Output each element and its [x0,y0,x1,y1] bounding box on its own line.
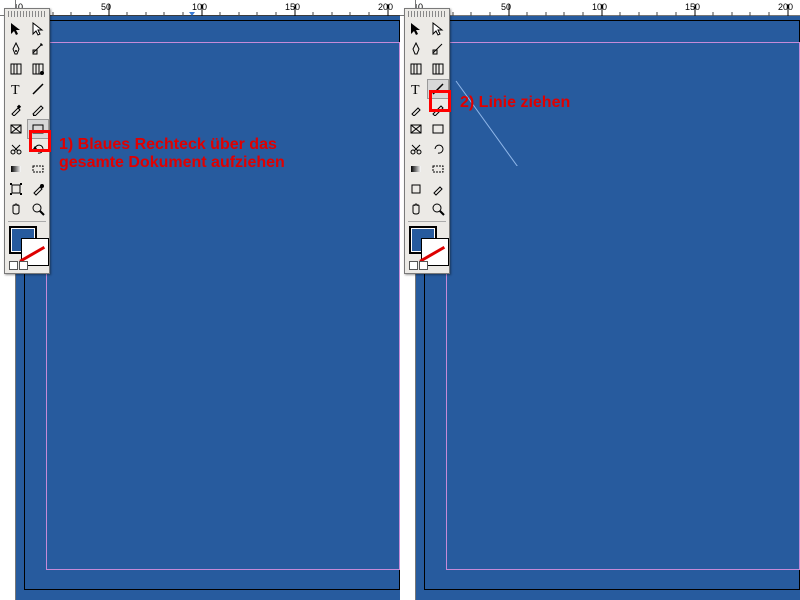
zoom-tool[interactable] [427,199,449,219]
direct-selection-tool[interactable] [427,19,449,39]
color-picker-tool[interactable] [27,179,49,199]
pencil-tool[interactable] [27,99,49,119]
ruler-horizontal[interactable]: 0 50 100 150 200 [16,0,400,16]
highlight-rectangle-tool [29,130,51,152]
color-swatches[interactable] [409,226,445,270]
scissors-tool[interactable] [5,139,27,159]
toolbox-grip[interactable] [8,11,46,17]
free-transform-tool[interactable] [5,179,27,199]
hand-tool[interactable] [5,199,27,219]
line-tool[interactable] [27,79,49,99]
color-swatches[interactable] [9,226,45,270]
rotate-tool[interactable] [427,139,449,159]
svg-text:150: 150 [285,2,300,12]
pane-left: 0 50 100 150 200 T [0,0,400,600]
selection-tool[interactable] [405,19,427,39]
svg-text:200: 200 [778,2,793,12]
frame-tool[interactable] [5,119,27,139]
column-guides-tool[interactable] [5,59,27,79]
svg-text:T: T [11,83,20,96]
canvas-left[interactable] [16,16,400,600]
scissors-tool[interactable] [405,139,427,159]
type-tool[interactable]: T [5,79,27,99]
shear-tool[interactable] [27,39,49,59]
margin-guide [46,42,400,570]
shear-tool[interactable] [427,39,449,59]
svg-text:100: 100 [192,2,207,12]
margin-guide [446,42,800,570]
color-picker-tool[interactable] [427,179,449,199]
swatch-toggles[interactable] [9,261,28,270]
svg-text:T: T [411,83,420,96]
svg-text:100: 100 [592,2,607,12]
separator [408,221,446,223]
pen-tool[interactable] [405,39,427,59]
separator [8,221,46,223]
pane-right: 0 50 100 150 200 T [400,0,800,600]
gradient-swatch-tool[interactable] [427,159,449,179]
eyedropper-tool[interactable] [5,99,27,119]
svg-text:50: 50 [101,2,111,12]
hand-tool[interactable] [405,199,427,219]
swatch-toggles[interactable] [409,261,428,270]
type-tool[interactable]: T [405,79,427,99]
svg-text:50: 50 [501,2,511,12]
selection-tool[interactable] [5,19,27,39]
toolbox-grip[interactable] [408,11,446,17]
gradient-tool[interactable] [5,159,27,179]
column-guides-tool-2[interactable] [27,59,49,79]
ruler-horizontal[interactable]: 0 50 100 150 200 [416,0,800,16]
annotation-1: 1) Blaues Rechteck über das gesamte Doku… [59,136,289,172]
svg-text:150: 150 [685,2,700,12]
direct-selection-tool[interactable] [27,19,49,39]
annotation-2: 2) Linie ziehen [460,94,570,112]
gradient-tool[interactable] [405,159,427,179]
eyedropper-tool[interactable] [405,99,427,119]
highlight-line-tool [429,90,451,112]
frame-tool[interactable] [405,119,427,139]
free-transform-tool[interactable] [405,179,427,199]
toolbox[interactable]: T [404,8,450,274]
svg-text:200: 200 [378,2,393,12]
column-guides-tool-2[interactable] [427,59,449,79]
zoom-tool[interactable] [27,199,49,219]
pen-tool[interactable] [5,39,27,59]
gradient-swatch-tool[interactable] [27,159,49,179]
column-guides-tool[interactable] [405,59,427,79]
rectangle-tool[interactable] [427,119,449,139]
